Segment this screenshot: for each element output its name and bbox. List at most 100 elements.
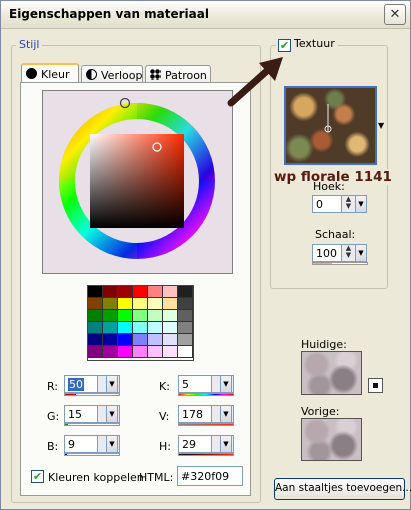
texture-legend: ✔ Textuur — [276, 37, 338, 52]
palette-cell[interactable] — [133, 298, 148, 310]
color-palette[interactable] — [87, 285, 194, 361]
title-bar: Eigenschappen van materiaal ✕ — [1, 1, 410, 29]
r-value: 50 — [68, 378, 84, 391]
h-bar — [178, 453, 234, 456]
palette-cell[interactable] — [178, 298, 193, 310]
tab-kleur-label: Kleur — [41, 68, 70, 81]
palette-cell[interactable] — [133, 322, 148, 334]
previous-swatch[interactable] — [301, 418, 362, 461]
palette-cell[interactable] — [118, 322, 133, 334]
palette-cell[interactable] — [178, 310, 193, 322]
scale-spinner[interactable]: 100 ▲ ▼ — [312, 244, 356, 262]
b-bar-fill — [65, 454, 68, 455]
b-label: B: — [47, 440, 59, 453]
gradient-icon — [86, 69, 97, 80]
palette-cell[interactable] — [118, 310, 133, 322]
palette-cell[interactable] — [133, 286, 148, 298]
r-dropdown[interactable]: ▼ — [106, 375, 118, 393]
texture-legend-label: Textuur — [294, 37, 335, 50]
swap-icon[interactable] — [368, 378, 383, 393]
palette-cell[interactable] — [178, 334, 193, 346]
h-value: 29 — [182, 438, 196, 451]
palette-cell[interactable] — [118, 334, 133, 346]
palette-cell[interactable] — [133, 334, 148, 346]
scale-label: Schaal: — [315, 228, 356, 241]
palette-cell[interactable] — [148, 322, 163, 334]
color-wheel[interactable] — [43, 91, 232, 273]
g-dropdown[interactable]: ▼ — [106, 405, 118, 423]
b-dropdown[interactable]: ▼ — [106, 435, 118, 453]
palette-cell[interactable] — [163, 334, 178, 346]
angle-spinner[interactable]: 0 ▲ ▼ — [312, 195, 356, 213]
palette-cell[interactable] — [118, 286, 133, 298]
r-label: R: — [47, 380, 59, 393]
palette-cell[interactable] — [163, 322, 178, 334]
palette-cell[interactable] — [178, 346, 193, 358]
add-to-swatches-button[interactable]: Aan staaltjes toevoegen... — [274, 478, 411, 500]
v-value: 178 — [182, 408, 203, 421]
window-title: Eigenschappen van materiaal — [9, 7, 209, 21]
b-bar — [64, 453, 120, 456]
palette-cell[interactable] — [163, 298, 178, 310]
html-input[interactable]: #320f09 — [177, 466, 243, 486]
palette-cell[interactable] — [148, 346, 163, 358]
palette-cell[interactable] — [88, 322, 103, 334]
h-dropdown[interactable]: ▼ — [220, 435, 232, 453]
annotation-arrow-icon — [227, 57, 283, 107]
palette-cell[interactable] — [118, 346, 133, 358]
palette-cell[interactable] — [103, 346, 118, 358]
texture-dropdown-arrow[interactable]: ▼ — [378, 121, 384, 130]
r-bar — [64, 393, 120, 396]
palette-cell[interactable] — [103, 322, 118, 334]
scale-bar-fill — [313, 263, 333, 264]
g-value: 15 — [68, 408, 82, 421]
palette-cell[interactable] — [133, 346, 148, 358]
palette-cell[interactable] — [178, 286, 193, 298]
scale-bar — [312, 262, 368, 265]
close-button[interactable]: ✕ — [384, 4, 406, 25]
palette-cell[interactable] — [148, 310, 163, 322]
palette-cell[interactable] — [103, 310, 118, 322]
v-bar — [178, 423, 234, 426]
palette-cell[interactable] — [88, 346, 103, 358]
g-bar — [64, 423, 120, 426]
angle-dropdown[interactable]: ▼ — [355, 195, 367, 213]
palette-cell[interactable] — [103, 286, 118, 298]
k-bar — [178, 393, 234, 396]
angle-value: 0 — [316, 198, 323, 211]
palette-cell[interactable] — [163, 310, 178, 322]
palette-cell[interactable] — [148, 334, 163, 346]
link-colors-checkbox[interactable]: ✔ — [31, 470, 44, 483]
v-label: V: — [159, 410, 170, 423]
g-bar-fill — [65, 424, 69, 425]
palette-cell[interactable] — [88, 298, 103, 310]
k-dropdown[interactable]: ▼ — [220, 375, 232, 393]
texture-preview[interactable] — [284, 86, 377, 165]
texture-checkbox[interactable]: ✔ — [278, 39, 291, 52]
palette-cell[interactable] — [118, 298, 133, 310]
palette-cell[interactable] — [88, 334, 103, 346]
palette-cell[interactable] — [103, 298, 118, 310]
scale-spin-buttons[interactable]: ▲ ▼ — [341, 245, 355, 261]
current-label: Huidige: — [301, 338, 347, 351]
palette-cell[interactable] — [148, 286, 163, 298]
palette-cell[interactable] — [133, 310, 148, 322]
v-dropdown[interactable]: ▼ — [220, 405, 232, 423]
palette-cell[interactable] — [163, 286, 178, 298]
stijl-legend: Stijl — [16, 38, 43, 51]
angle-spin-buttons[interactable]: ▲ ▼ — [341, 196, 355, 212]
tab-patroon-label: Patroon — [165, 69, 207, 82]
palette-cell[interactable] — [88, 286, 103, 298]
palette-cell[interactable] — [103, 334, 118, 346]
palette-cell[interactable] — [163, 346, 178, 358]
material-properties-dialog: Eigenschappen van materiaal ✕ Stijl Kleu… — [0, 0, 411, 510]
palette-cell[interactable] — [148, 298, 163, 310]
h-label: H: — [159, 440, 171, 453]
b-value: 9 — [68, 438, 75, 451]
solid-dot-icon — [26, 68, 37, 79]
color-picker[interactable] — [42, 90, 233, 274]
palette-cell[interactable] — [178, 322, 193, 334]
angle-label: Hoek: — [313, 180, 345, 193]
palette-cell[interactable] — [88, 310, 103, 322]
scale-dropdown[interactable]: ▼ — [355, 244, 367, 262]
